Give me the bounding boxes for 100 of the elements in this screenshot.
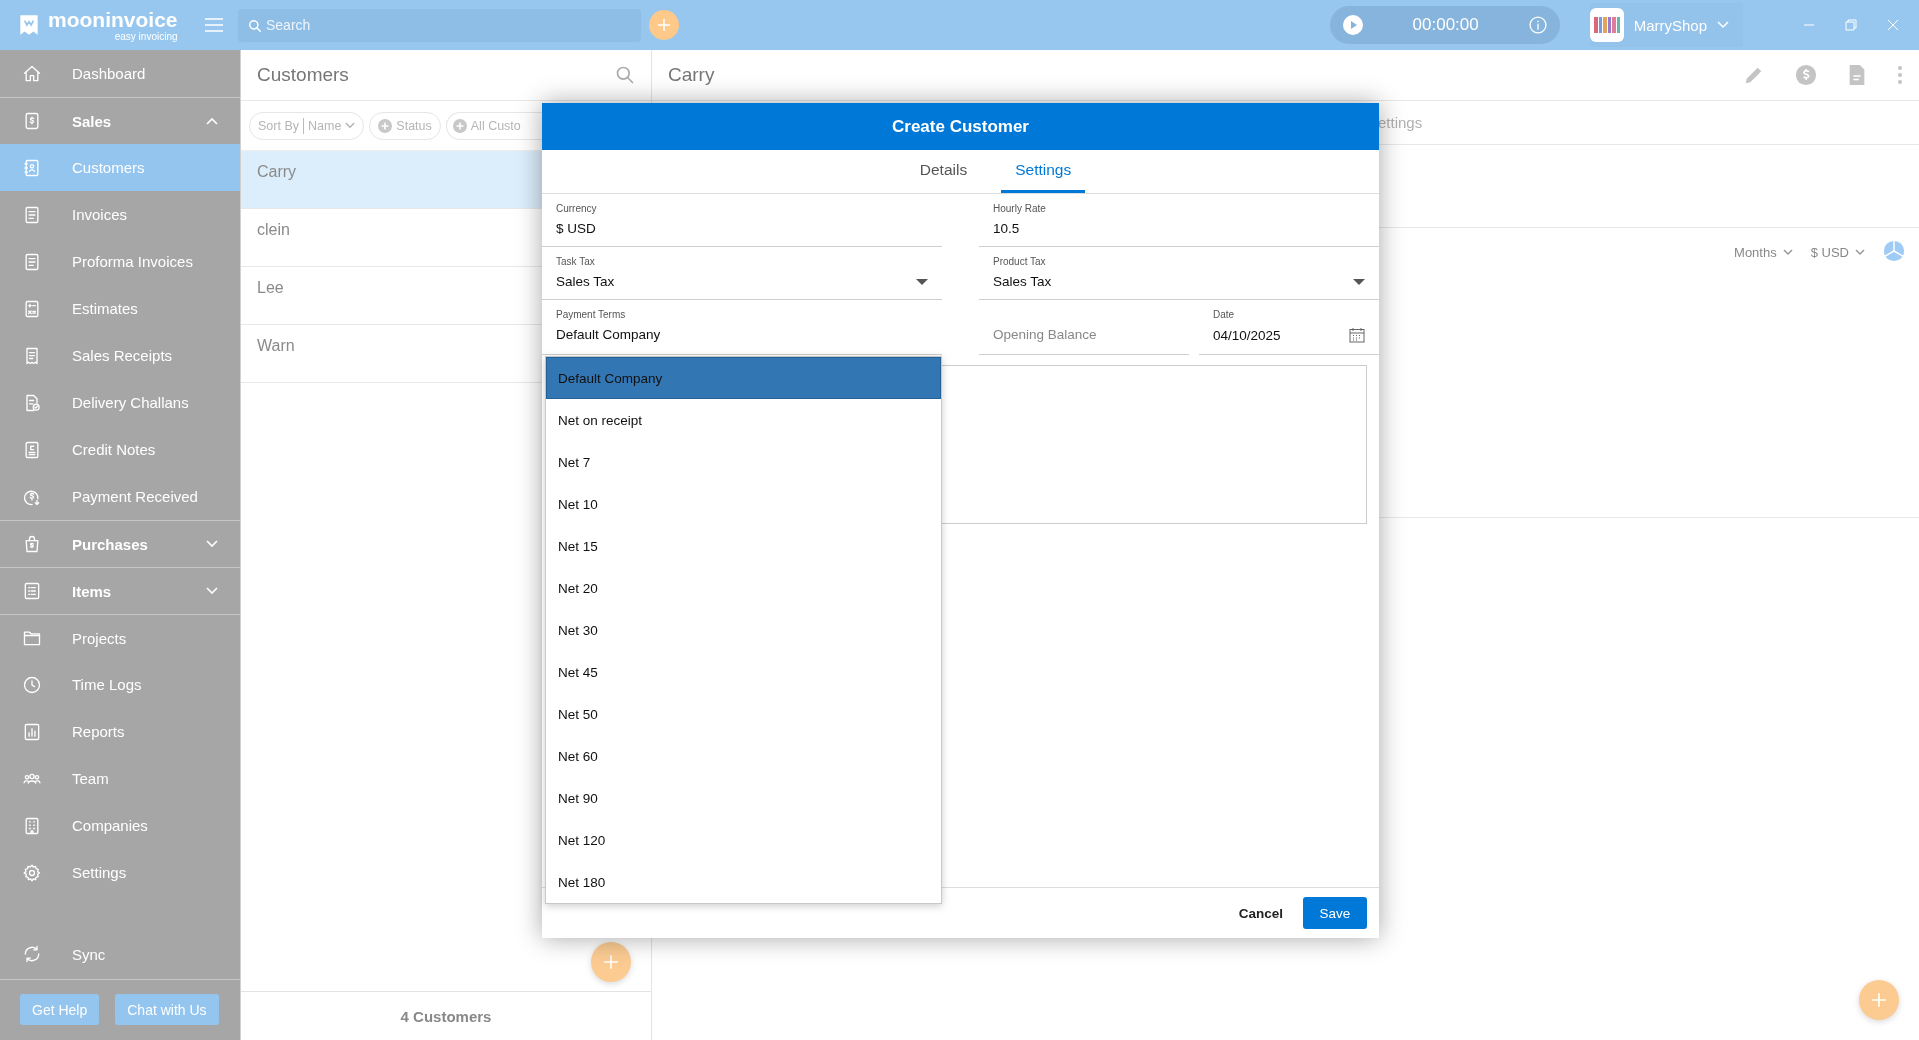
document-icon[interactable]: [1847, 64, 1867, 86]
caret-down-icon: [345, 122, 356, 129]
sidebar-item[interactable]: Delivery Challans: [0, 379, 240, 426]
sidebar-item[interactable]: Dashboard: [0, 50, 240, 97]
dropdown-option[interactable]: Net 30: [546, 609, 941, 651]
caret-down-icon: [1855, 248, 1865, 256]
dollar-circle-icon[interactable]: [1795, 64, 1817, 86]
logo-tagline: easy invoicing: [114, 30, 178, 42]
field-label: Task Tax: [556, 256, 596, 269]
dropdown-option[interactable]: Net 45: [546, 651, 941, 693]
cancel-button[interactable]: Cancel: [1230, 899, 1291, 927]
save-button[interactable]: Save: [1303, 897, 1367, 929]
sidebar-item[interactable]: Credit Notes: [0, 426, 240, 473]
field-label: Payment Terms: [556, 309, 627, 322]
sidebar-item[interactable]: Settings: [0, 849, 240, 896]
add-button[interactable]: [1859, 980, 1899, 1020]
add-button[interactable]: [649, 10, 679, 40]
logo-text: mooninvoice: [48, 8, 178, 31]
text-field[interactable]: Hourly Rate 10.5: [979, 194, 1379, 247]
sidebar-item[interactable]: Team: [0, 755, 240, 802]
field-value: 04/10/2025: [1213, 327, 1281, 343]
field-label: Hourly Rate: [993, 203, 1047, 216]
field-label: Product Tax: [993, 256, 1047, 269]
panel-title: Customers: [257, 64, 349, 86]
field-value: Sales Tax: [556, 274, 615, 289]
restore-icon[interactable]: [1845, 19, 1857, 31]
plus-circle-icon: [452, 118, 467, 133]
add-customer-button[interactable]: [591, 942, 631, 982]
search-field[interactable]: Search: [238, 8, 641, 42]
shop-logo-icon: [1589, 8, 1624, 42]
filter-chip[interactable]: Status: [369, 111, 441, 140]
input-field[interactable]: Opening Balance: [979, 300, 1189, 355]
plus-icon: [657, 18, 671, 32]
close-icon[interactable]: [1887, 19, 1899, 31]
shop-switcher[interactable]: MarryShop: [1589, 3, 1743, 47]
select-field[interactable]: Payment Terms Default Company: [542, 300, 942, 355]
dropdown-option[interactable]: Net 60: [546, 735, 941, 777]
sidebar-item[interactable]: Items: [0, 567, 240, 614]
dropdown-option[interactable]: Net 20: [546, 567, 941, 609]
dialog-title: Create Customer: [542, 103, 1379, 150]
info-icon[interactable]: [1527, 15, 1548, 35]
help-button[interactable]: Get Help: [20, 994, 100, 1025]
bar-chart-icon: [22, 721, 42, 742]
currency-dropdown[interactable]: $ USD: [1810, 240, 1865, 264]
dropdown-option[interactable]: Net 50: [546, 693, 941, 735]
sidebar-item[interactable]: Companies: [0, 802, 240, 849]
select-field[interactable]: Product Tax Sales Tax: [979, 247, 1379, 300]
sync-icon: [22, 944, 42, 964]
plus-circle-icon: [378, 118, 393, 133]
timer-text: 00:00:00: [1411, 15, 1480, 35]
dropdown-option[interactable]: Net 120: [546, 819, 941, 861]
caret-down-icon: [916, 278, 928, 285]
plus-icon: [603, 954, 619, 970]
sidebar-item[interactable]: Estimates: [0, 285, 240, 332]
list-icon: [22, 581, 42, 601]
dropdown-option[interactable]: Net on receipt: [546, 399, 941, 441]
more-icon[interactable]: [1897, 64, 1903, 86]
dropdown-option[interactable]: Net 180: [546, 861, 941, 903]
select-field[interactable]: Task Tax Sales Tax: [542, 247, 942, 300]
text-field[interactable]: Currency $ USD: [542, 194, 942, 247]
date-field[interactable]: Date 04/10/2025: [1199, 300, 1379, 355]
sidebar-item[interactable]: Time Logs: [0, 661, 240, 708]
dropdown-option[interactable]: Net 10: [546, 483, 941, 525]
sync-button[interactable]: Sync: [0, 929, 240, 980]
detail-tab[interactable]: ettings: [1378, 101, 1423, 144]
sidebar-item[interactable]: Customers: [0, 144, 240, 191]
search-icon[interactable]: [615, 65, 635, 85]
caret-down-icon: [1353, 278, 1365, 285]
sidebar-item[interactable]: Projects: [0, 614, 240, 661]
calendar-icon[interactable]: [1349, 327, 1365, 343]
sidebar-item[interactable]: Payment Received: [0, 473, 240, 520]
menu-icon[interactable]: [204, 17, 224, 33]
field-value: 10.5: [993, 221, 1021, 236]
clock-icon: [22, 674, 42, 695]
dropdown-option[interactable]: Net 7: [546, 441, 941, 483]
field-value: Sales Tax: [993, 274, 1052, 289]
sidebar-item[interactable]: Purchases: [0, 520, 240, 567]
dropdown-option[interactable]: Net 15: [546, 525, 941, 567]
sort-dropdown[interactable]: Sort By Name: [249, 111, 365, 140]
sidebar-item[interactable]: Sales Receipts: [0, 332, 240, 379]
dropdown-option[interactable]: Default Company: [546, 357, 941, 399]
tab[interactable]: Settings: [1001, 150, 1086, 193]
customer-title: Carry: [668, 64, 716, 86]
pie-chart-icon[interactable]: [1883, 240, 1905, 262]
chat-button[interactable]: Chat with Us: [115, 994, 219, 1025]
caret-down-icon: [1782, 248, 1793, 256]
sidebar-item[interactable]: Reports: [0, 708, 240, 755]
contact-book-icon: [22, 157, 42, 178]
home-icon: [22, 63, 42, 84]
period-dropdown[interactable]: Months: [1734, 240, 1793, 264]
sidebar-item[interactable]: Invoices: [0, 191, 240, 238]
customer-count: 4 Customers: [241, 991, 651, 1040]
field-placeholder: Opening Balance: [993, 327, 1098, 342]
field-value: $ USD: [556, 221, 597, 236]
dropdown-option[interactable]: Net 90: [546, 777, 941, 819]
play-icon[interactable]: [1341, 14, 1364, 36]
tab[interactable]: Details: [905, 150, 982, 193]
sidebar-item[interactable]: Proforma Invoices: [0, 238, 240, 285]
plus-icon: [1871, 992, 1887, 1008]
field-label: Date: [1213, 309, 1236, 322]
